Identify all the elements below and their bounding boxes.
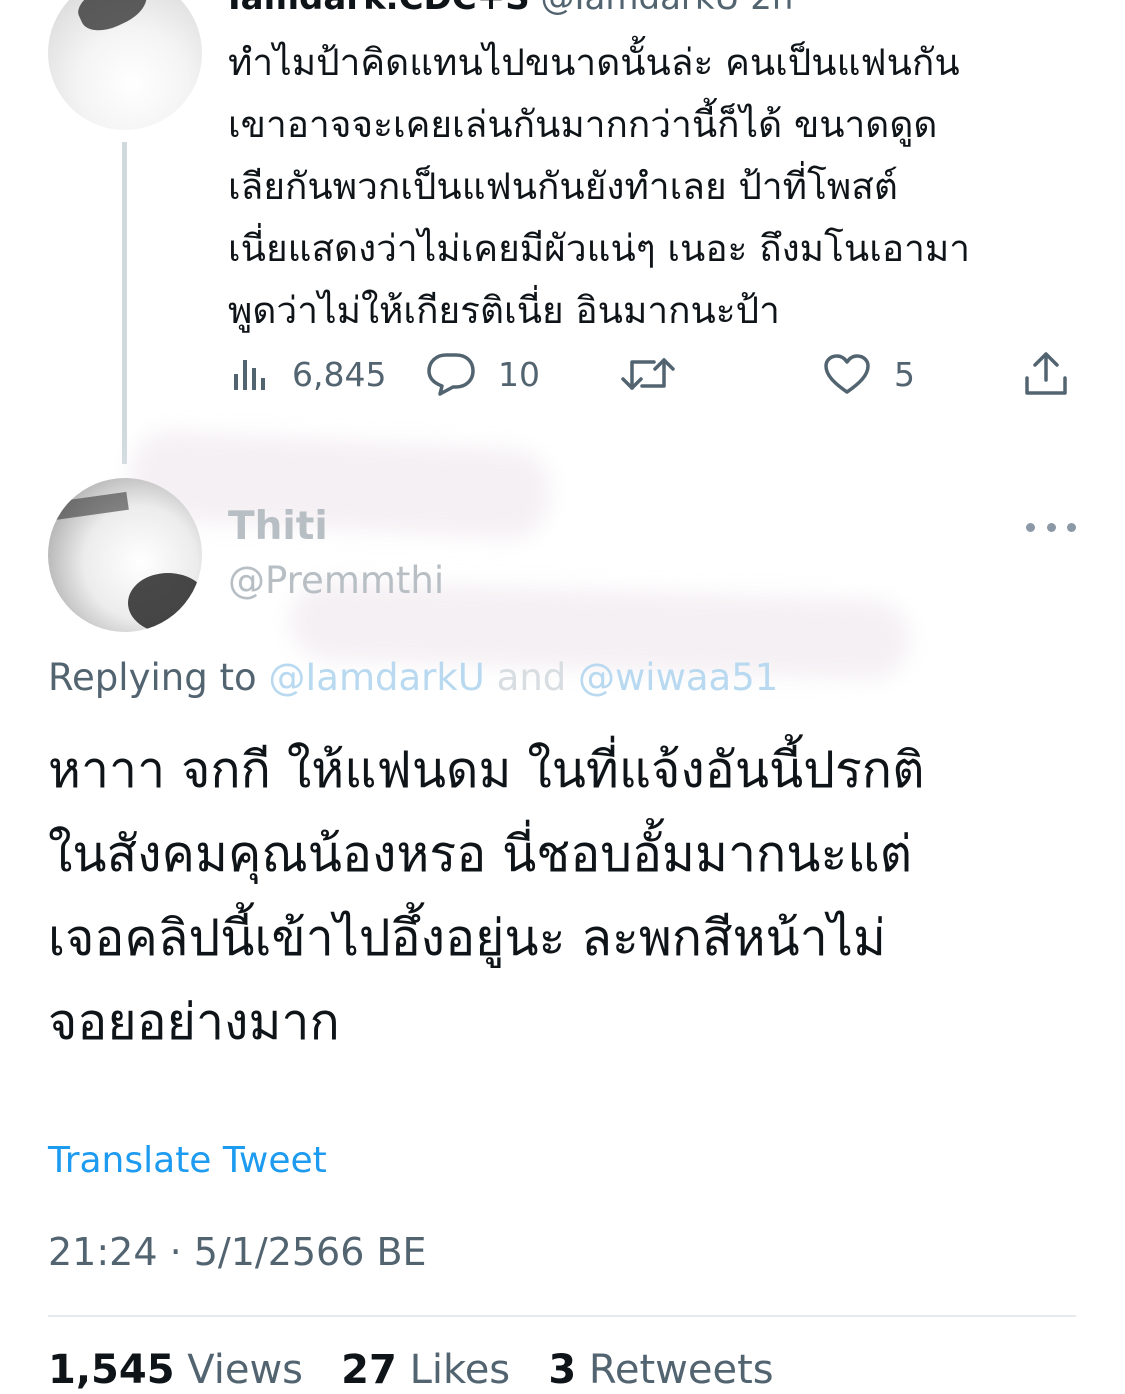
heart-icon	[824, 354, 870, 394]
like-button[interactable]: 5	[822, 342, 915, 406]
more-dot	[1067, 522, 1076, 532]
likes-stat-label: Likes	[409, 1347, 511, 1393]
replying-to-line: Replying to @IamdarkU and @wiwaa51	[48, 654, 778, 702]
retweets-stat-count[interactable]: 3	[548, 1347, 576, 1393]
more-dot	[1026, 522, 1035, 532]
divider	[48, 1315, 1076, 1317]
parent-avatar[interactable]	[48, 0, 202, 130]
parent-display-name[interactable]: Iamdark.CDC+S	[228, 0, 530, 18]
likes-stat-count[interactable]: 27	[341, 1347, 397, 1393]
thread-connector-line	[122, 142, 127, 464]
replying-prefix: Replying to	[48, 656, 257, 699]
share-icon	[1025, 352, 1067, 395]
reply-count: 10	[498, 354, 540, 394]
speech-bubble-icon	[427, 353, 475, 396]
parent-time[interactable]: 2h	[750, 0, 793, 18]
retweet-icon	[621, 358, 675, 390]
replying-mention-link[interactable]: @wiwaa51	[578, 656, 778, 699]
views-count: 6,845	[292, 354, 387, 394]
avatar-image-detail	[72, 0, 154, 39]
reply-tweet-text: หาาา จกกี ให้แฟนดม ในที่แจ้งอันนี้ปรกติ …	[48, 741, 925, 1051]
share-button[interactable]	[1022, 342, 1070, 406]
reply-button[interactable]: 10	[426, 342, 540, 406]
avatar-image-detail	[48, 491, 129, 523]
parent-handle[interactable]: @IamdarkU	[541, 0, 740, 18]
reply-handle[interactable]: @Premmthi	[228, 557, 444, 605]
views-button[interactable]: 6,845	[230, 342, 386, 406]
replying-mention-link[interactable]: @IamdarkU	[268, 656, 485, 699]
retweet-button[interactable]	[620, 342, 698, 406]
tweet-timestamp[interactable]: 21:24 · 5/1/2566 BE	[48, 1228, 427, 1276]
bar-chart-icon	[234, 360, 265, 390]
reply-avatar[interactable]	[48, 478, 202, 632]
views-stat-count[interactable]: 1,545	[48, 1347, 175, 1393]
retweets-stat-label: Retweets	[588, 1347, 774, 1393]
translate-tweet-link[interactable]: Translate Tweet	[48, 1137, 327, 1185]
views-stat-label: Views	[187, 1347, 304, 1393]
parent-tweet-text: ทำไมป้าคิดแทนไปขนาดนั้นล่ะ คนเป็นแฟนกัน …	[228, 41, 971, 332]
reply-display-name[interactable]: Thiti	[228, 503, 328, 551]
parent-tweet-header: Iamdark.CDC+S @IamdarkU 2h	[228, 0, 793, 18]
more-dot	[1046, 522, 1056, 532]
parent-action-bar: 6,845 10 5	[228, 342, 1078, 406]
replying-and: and	[496, 656, 567, 699]
like-count: 5	[894, 354, 915, 394]
tweet-stats: 1,545 Views 27 Likes 3 Retweets	[48, 1346, 774, 1394]
avatar-image-detail	[128, 573, 202, 632]
more-icon[interactable]	[1026, 510, 1076, 544]
